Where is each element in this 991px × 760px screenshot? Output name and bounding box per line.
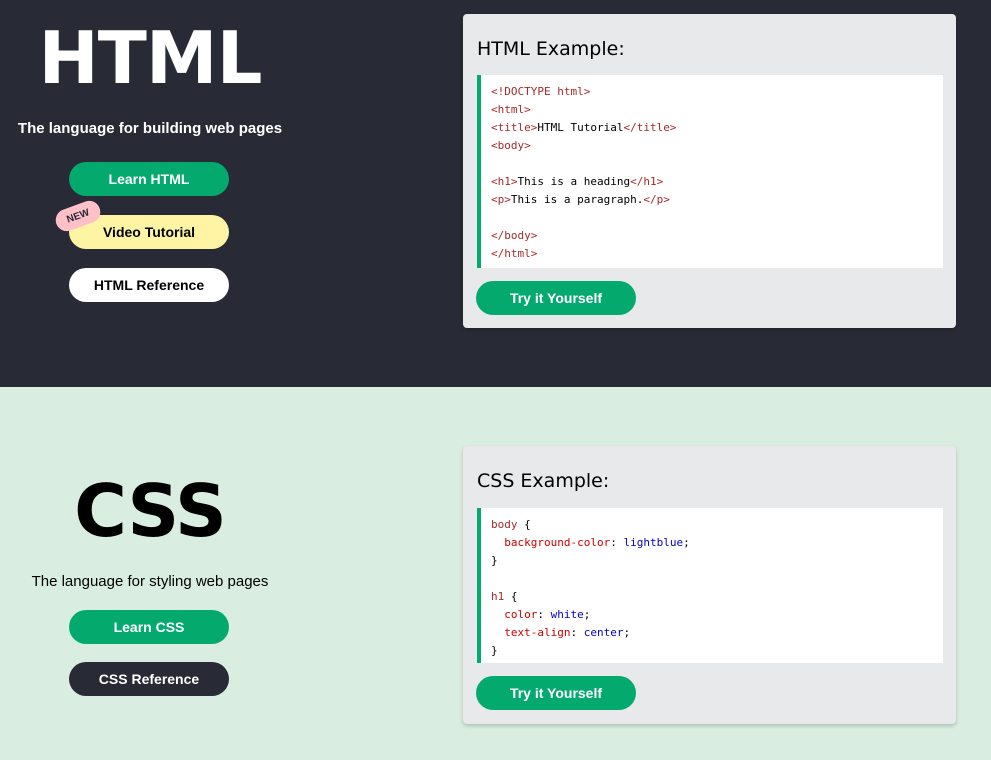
code-token: <!DOCTYPE html> [491,85,591,98]
code-token: <p> [491,193,511,206]
code-token: : [537,608,551,621]
code-token: lightblue [623,536,684,549]
code-token: h1 [491,590,505,603]
code-token: color [504,608,538,621]
html-section: HTML The language for building web pages… [0,0,991,387]
code-token: <html> [491,103,531,116]
learn-css-button[interactable]: Learn CSS [69,610,229,644]
code-token: { [504,590,518,603]
html-reference-button[interactable]: HTML Reference [69,268,229,302]
css-example-panel: CSS Example: body { background-color: li… [463,446,956,724]
code-line: body { [491,516,933,534]
code-token: </h1> [630,175,664,188]
code-token: { [517,518,531,531]
code-token: ; [623,626,631,639]
code-line: </html> [491,245,933,263]
code-token: } [491,554,498,567]
css-example-title: CSS Example: [477,470,610,492]
code-token: body [491,518,518,531]
code-token: : [570,626,584,639]
code-line: text-align: center; [491,624,933,642]
code-token: HTML Tutorial [537,121,624,134]
code-token: </title> [623,121,677,134]
code-line: <title>HTML Tutorial</title> [491,119,933,137]
css-section: CSS The language for styling web pages L… [0,387,991,760]
code-line: color: white; [491,606,933,624]
css-reference-button[interactable]: CSS Reference [69,662,229,696]
code-line: </body> [491,227,933,245]
code-token: <h1> [491,175,518,188]
code-token: <title> [491,121,538,134]
css-title: CSS [74,469,227,553]
code-token: } [491,644,498,657]
code-token: ; [583,608,591,621]
code-line: h1 { [491,588,933,606]
css-intro: CSS The language for styling web pages [0,475,300,590]
html-title: HTML [38,16,263,100]
code-token: ; [683,536,690,549]
code-token: </html> [491,247,538,260]
code-line: } [491,552,933,570]
code-token: center [583,626,624,639]
code-line: background-color: lightblue; [491,534,933,552]
learn-html-button[interactable]: Learn HTML [69,162,229,196]
code-line: <h1>This is a heading</h1> [491,173,933,191]
html-example-title: HTML Example: [477,38,625,60]
html-try-it-button[interactable]: Try it Yourself [476,281,636,315]
css-code-block: body { background-color: lightblue;} h1 {… [477,508,943,663]
code-line: <p>This is a paragraph.</p> [491,191,933,209]
code-token: This is a paragraph. [510,193,644,206]
css-subtitle: The language for styling web pages [31,573,269,590]
code-line: <!DOCTYPE html> [491,83,933,101]
html-subtitle: The language for building web pages [17,120,283,137]
code-token: This is a heading [517,175,631,188]
code-token: </body> [491,229,538,242]
code-line: <body> [491,137,933,155]
code-token: background-color [504,536,611,549]
code-token: : [610,536,624,549]
code-line: } [491,642,933,660]
html-code-block: <!DOCTYPE html> <html> <title>HTML Tutoria… [477,75,943,268]
code-line: <html> [491,101,933,119]
code-token: <body> [491,139,531,152]
css-try-it-button[interactable]: Try it Yourself [476,676,636,710]
code-token: </p> [643,193,670,206]
code-token: white [550,608,584,621]
code-token: text-align [504,626,571,639]
html-intro: HTML The language for building web pages [0,22,300,137]
html-example-panel: HTML Example: <!DOCTYPE html> <html> <titl… [463,14,956,328]
